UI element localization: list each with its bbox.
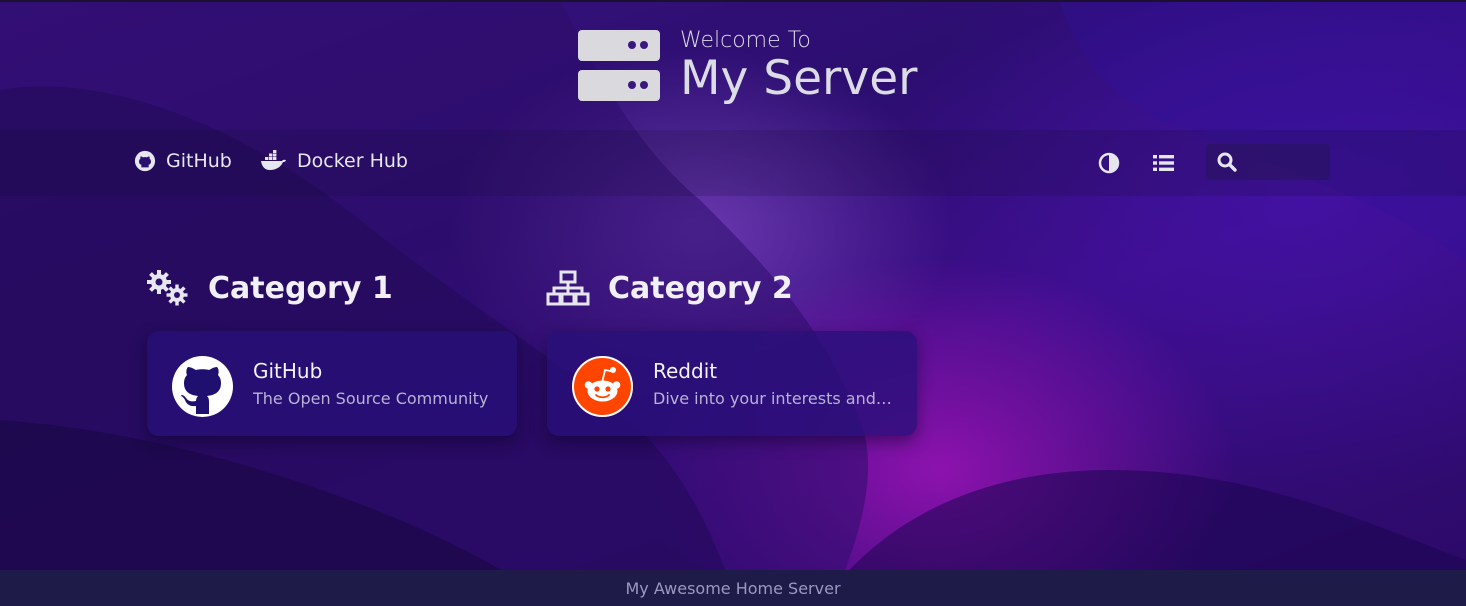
nav-link-docker-hub[interactable]: Docker Hub (260, 150, 408, 172)
category-title: Category 1 (208, 270, 393, 306)
footer: My Awesome Home Server (0, 570, 1466, 606)
reddit-logo-icon (572, 356, 633, 417)
footer-text: My Awesome Home Server (625, 578, 841, 598)
service-card-github[interactable]: GitHub The Open Source Community (147, 331, 517, 436)
category-1: Category 1 GitHub The Open Source Commun… (146, 266, 517, 436)
nav-link-github[interactable]: GitHub (134, 150, 232, 172)
page-title: My Server (680, 51, 918, 106)
search-input[interactable] (1246, 153, 1320, 171)
window-top-border (0, 0, 1466, 2)
search-field[interactable] (1206, 144, 1330, 180)
nav-link-label: Docker Hub (297, 150, 408, 172)
service-card-reddit[interactable]: Reddit Dive into your interests and more (547, 331, 917, 436)
github-icon (134, 150, 156, 172)
page-header: Welcome To My Server (578, 28, 917, 104)
search-icon (1217, 152, 1237, 172)
github-logo-icon (172, 356, 233, 417)
service-subtitle: Dive into your interests and more (653, 389, 893, 408)
theme-toggle-button[interactable] (1096, 150, 1122, 176)
list-view-icon (1153, 155, 1174, 171)
contrast-icon (1098, 152, 1120, 174)
category-title: Category 2 (608, 270, 793, 306)
network-icon (546, 270, 590, 306)
service-subtitle: The Open Source Community (253, 389, 489, 408)
docker-icon (260, 150, 287, 172)
server-logo-icon (578, 28, 660, 102)
navbar: GitHub Docker Hub (0, 130, 1466, 196)
service-name: Reddit (653, 359, 718, 383)
service-name: GitHub (253, 359, 323, 383)
layout-toggle-button[interactable] (1151, 150, 1177, 176)
nav-link-label: GitHub (166, 150, 232, 172)
cogs-icon (147, 270, 188, 306)
category-2: Category 2 Reddit Dive into your interes… (546, 266, 917, 436)
